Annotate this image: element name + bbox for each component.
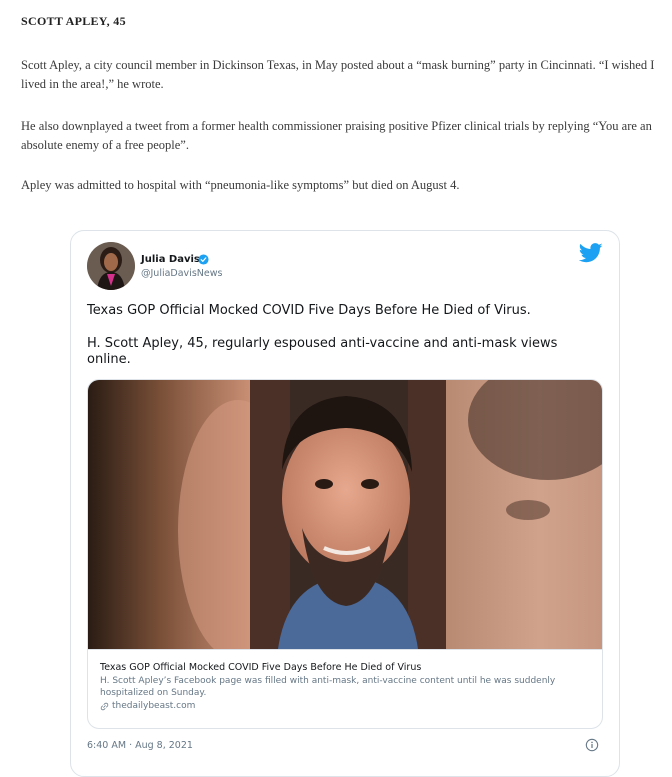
link-icon: [100, 702, 109, 710]
card-image[interactable]: [88, 380, 602, 649]
card-domain[interactable]: thedailybeast.com: [100, 701, 590, 711]
avatar[interactable]: [87, 242, 135, 290]
verified-badge-icon: [198, 254, 209, 265]
author-name[interactable]: Julia Davis: [141, 254, 200, 265]
card-title[interactable]: Texas GOP Official Mocked COVID Five Day…: [100, 661, 590, 674]
section-heading: SCOTT APLEY, 45: [21, 14, 126, 28]
article-paragraph-3: Apley was admitted to hospital with “pne…: [21, 178, 460, 192]
twitter-bird-icon[interactable]: [579, 243, 603, 263]
tweet-text-line-2: H. Scott Apley, 45, regularly espoused a…: [87, 336, 558, 367]
author-handle[interactable]: @JuliaDavisNews: [141, 268, 222, 279]
link-preview-card[interactable]: Texas GOP Official Mocked COVID Five Day…: [87, 379, 603, 729]
card-domain-label[interactable]: thedailybeast.com: [112, 701, 195, 711]
info-icon[interactable]: [585, 738, 599, 752]
tweet-text-line-1: Texas GOP Official Mocked COVID Five Day…: [87, 303, 531, 318]
card-description: H. Scott Apley’s Facebook page was fille…: [100, 676, 556, 698]
tweet-timestamp[interactable]: 6:40 AM · Aug 8, 2021: [87, 740, 193, 751]
card-body[interactable]: Texas GOP Official Mocked COVID Five Day…: [88, 649, 602, 728]
article-paragraph-2: He also downplayed a tweet from a former…: [21, 119, 652, 152]
embedded-tweet[interactable]: Julia Davis @JuliaDavisNews Texas GOP Of…: [70, 230, 620, 777]
article-paragraph-1: Scott Apley, a city council member in Di…: [21, 58, 655, 91]
